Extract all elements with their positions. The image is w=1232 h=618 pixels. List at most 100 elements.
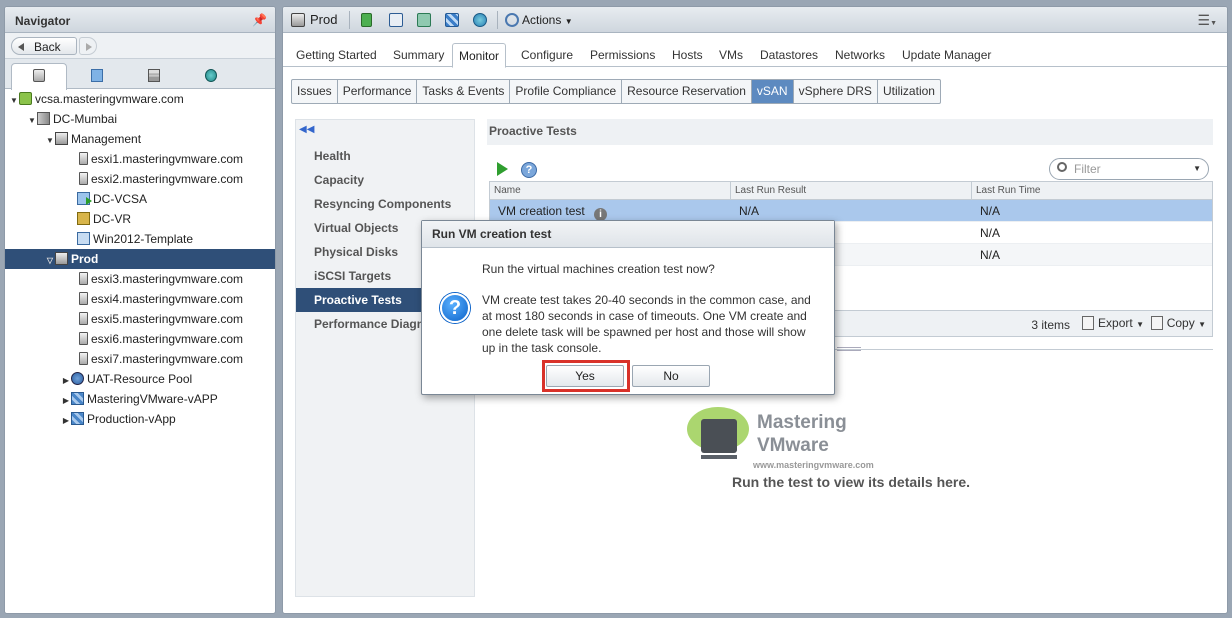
column-header-last-run-time[interactable]: Last Run Time	[972, 182, 1212, 199]
tree-node-host[interactable]: esxi2.masteringvmware.com	[5, 169, 275, 189]
tab-vms[interactable]: VMs	[713, 43, 749, 67]
datacenter-icon	[37, 112, 50, 125]
copy-button[interactable]: Copy ▼	[1150, 316, 1206, 330]
tree-node-vm[interactable]: DC-VR	[5, 209, 275, 229]
help-icon[interactable]: ?	[521, 162, 537, 178]
actions-menu[interactable]: Actions ▼	[505, 7, 573, 33]
subtab-issues[interactable]: Issues	[292, 80, 338, 103]
run-test-icon[interactable]	[497, 162, 508, 176]
tab-update-manager[interactable]: Update Manager	[896, 43, 997, 67]
navigator-panel: Navigator 📌 Back ▼ vcsa.masteringvmware.c…	[4, 6, 276, 614]
tree-node-vapp[interactable]: ▶ Production-vApp	[5, 409, 275, 429]
tree-node-vapp[interactable]: ▶ MasteringVMware-vAPP	[5, 389, 275, 409]
copy-icon	[1150, 316, 1163, 330]
cell-last-run-time: N/A	[980, 226, 1001, 240]
tree-label: MasteringVMware-vAPP	[87, 392, 218, 406]
tree-node-host[interactable]: esxi6.masteringvmware.com	[5, 329, 275, 349]
tab-hosts-clusters[interactable]	[11, 63, 67, 90]
vr-appliance-icon	[77, 212, 90, 225]
deploy-ovf-icon[interactable]	[473, 13, 487, 27]
tab-networking[interactable]	[183, 64, 239, 89]
tab-summary[interactable]: Summary	[387, 43, 450, 67]
no-button[interactable]: No	[632, 365, 710, 387]
tree-label: DC-VCSA	[93, 192, 148, 206]
menu-icon[interactable]: ☰▼	[1198, 7, 1218, 33]
content-title-bar	[487, 119, 1213, 145]
tree-label: Win2012-Template	[93, 232, 194, 246]
tree-node-host[interactable]: esxi7.masteringvmware.com	[5, 349, 275, 369]
copy-label: Copy	[1166, 316, 1195, 330]
tab-monitor[interactable]: Monitor	[452, 43, 507, 68]
cell-last-run-time: N/A	[980, 248, 1001, 262]
dialog-question: Run the virtual machines creation test n…	[482, 262, 715, 276]
tab-getting-started[interactable]: Getting Started	[290, 43, 383, 67]
tree-node-host[interactable]: esxi4.masteringvmware.com	[5, 289, 275, 309]
host-icon	[79, 312, 88, 325]
new-vm-icon[interactable]	[417, 13, 431, 27]
yes-button[interactable]: Yes	[546, 365, 624, 387]
forward-button[interactable]	[79, 37, 97, 55]
tab-hosts[interactable]: Hosts	[666, 43, 709, 67]
chevron-down-icon: ▼	[1198, 320, 1206, 329]
vcenter-icon	[19, 92, 32, 105]
new-vapp-icon[interactable]	[445, 13, 459, 27]
column-header-last-run-result[interactable]: Last Run Result	[731, 182, 972, 199]
column-header-name[interactable]: Name	[490, 182, 731, 199]
cluster-icon	[55, 132, 68, 145]
tab-configure[interactable]: Configure	[515, 43, 579, 67]
tree-label: Prod	[71, 252, 99, 266]
subtab-utilization[interactable]: Utilization	[878, 80, 940, 103]
content-title: Proactive Tests	[489, 124, 577, 138]
chevron-down-icon: ▼	[1136, 320, 1144, 329]
vapp-icon	[71, 412, 84, 425]
tree-node-resource-pool[interactable]: ▶ UAT-Resource Pool	[5, 369, 275, 389]
filter-input[interactable]: Filter ▼	[1049, 158, 1209, 180]
export-button[interactable]: Export ▼	[1082, 316, 1144, 330]
dialog-detail-line: at most 180 seconds in case of timeouts.…	[482, 309, 807, 323]
tree-label: esxi7.masteringvmware.com	[91, 352, 244, 366]
watermark-line1: Mastering	[757, 412, 847, 433]
export-icon	[1082, 316, 1095, 330]
tree-node-template[interactable]: Win2012-Template	[5, 229, 275, 249]
tree-label: DC-Mumbai	[53, 112, 118, 126]
tab-networks[interactable]: Networks	[829, 43, 891, 67]
menu-capacity[interactable]: Capacity	[296, 168, 474, 192]
subtab-profile-compliance[interactable]: Profile Compliance	[510, 80, 623, 103]
tree-node-cluster-prod[interactable]: ▽ Prod	[5, 249, 275, 269]
tab-datastores[interactable]: Datastores	[754, 43, 824, 67]
tree-node-host[interactable]: esxi3.masteringvmware.com	[5, 269, 275, 289]
search-icon	[1057, 162, 1067, 172]
tree-label: esxi3.masteringvmware.com	[91, 272, 244, 286]
host-icon	[79, 332, 88, 345]
collapse-icon[interactable]: ◀◀	[296, 120, 474, 144]
subtab-tasks-events[interactable]: Tasks & Events	[417, 80, 511, 103]
tree-node-host[interactable]: esxi1.masteringvmware.com	[5, 149, 275, 169]
dialog-detail-line: up in the task console.	[482, 341, 602, 355]
tab-permissions[interactable]: Permissions	[584, 43, 661, 67]
tree-node-vm[interactable]: DC-VCSA	[5, 189, 275, 209]
server-icon	[701, 419, 737, 453]
tree-node-host[interactable]: esxi5.masteringvmware.com	[5, 309, 275, 329]
subtab-vsan[interactable]: vSAN	[751, 80, 794, 103]
cell-name: VM creation test i	[490, 200, 731, 221]
tree-node-cluster-management[interactable]: ▼ Management	[5, 129, 275, 149]
subtab-vsphere-drs[interactable]: vSphere DRS	[794, 80, 878, 103]
menu-health[interactable]: Health	[296, 144, 474, 168]
tab-storage[interactable]	[126, 64, 182, 89]
filter-placeholder: Filter	[1074, 162, 1101, 176]
tab-vms-templates[interactable]	[69, 64, 125, 89]
migrate-icon[interactable]	[389, 13, 403, 27]
subtab-performance[interactable]: Performance	[338, 80, 418, 103]
pin-icon[interactable]: 📌	[252, 13, 267, 27]
add-host-icon[interactable]	[361, 13, 372, 27]
tree-node-datacenter[interactable]: ▼ DC-Mumbai	[5, 109, 275, 129]
subtab-resource-reservation[interactable]: Resource Reservation	[622, 80, 752, 103]
tree-label: esxi6.masteringvmware.com	[91, 332, 244, 346]
watermark-url: www.masteringvmware.com	[753, 460, 874, 470]
host-icon	[79, 172, 88, 185]
table-row[interactable]: VM creation test i N/A N/A	[490, 200, 1212, 222]
back-button[interactable]: Back	[11, 37, 77, 55]
menu-resyncing-components[interactable]: Resyncing Components	[296, 192, 474, 216]
tree-node-vcenter[interactable]: ▼ vcsa.masteringvmware.com	[5, 89, 275, 109]
tree-label: esxi1.masteringvmware.com	[91, 152, 244, 166]
